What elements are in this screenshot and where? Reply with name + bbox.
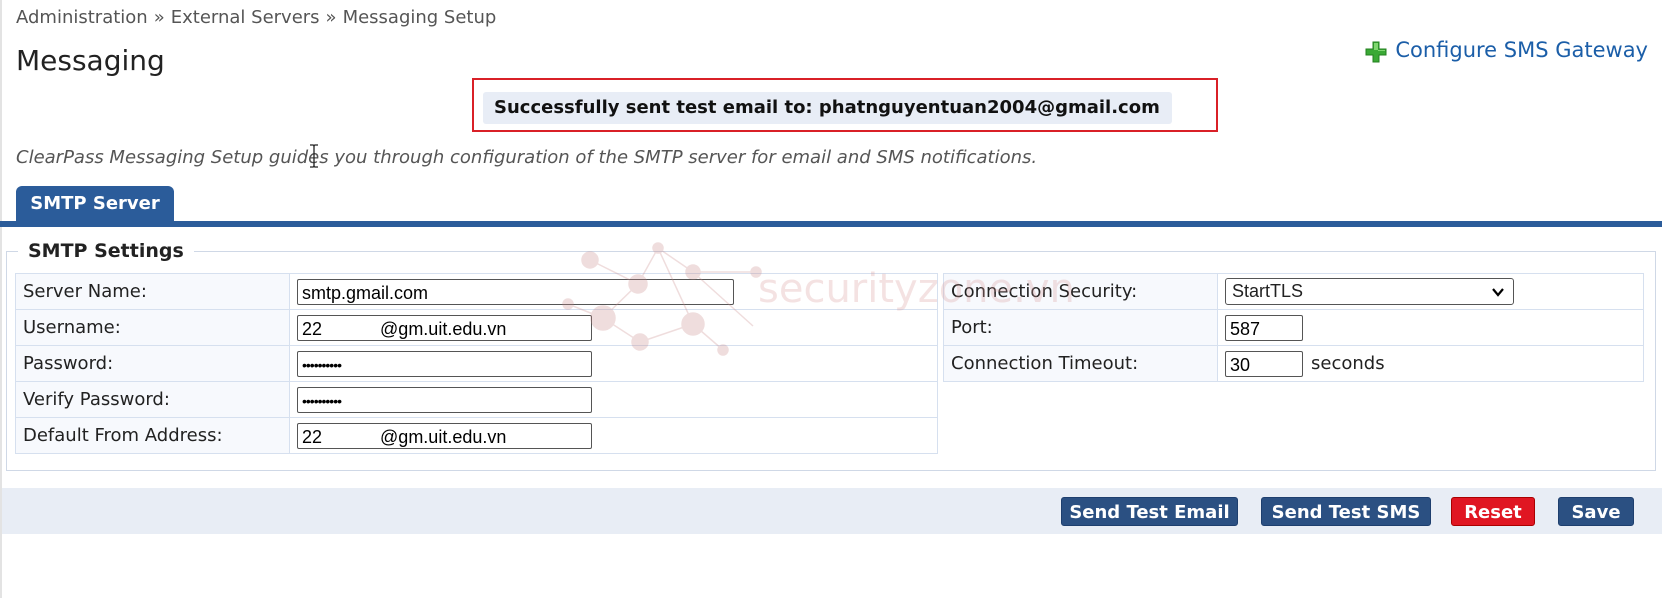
username-row: Username: 22 @gm.uit.edu.vn — [15, 309, 938, 346]
username-suffix: @gm.uit.edu.vn — [380, 318, 507, 339]
connection-security-row: Connection Security: StartTLS — [943, 273, 1644, 310]
configure-sms-gateway-label: Configure SMS Gateway — [1395, 38, 1648, 62]
default-from-input[interactable]: 22 @gm.uit.edu.vn — [297, 422, 592, 449]
smtp-settings-legend: SMTP Settings — [18, 240, 194, 262]
page-title: Messaging — [16, 44, 165, 77]
breadcrumb-separator: » — [153, 7, 165, 28]
verify-password-label: Verify Password: — [15, 381, 290, 418]
redacted-area — [322, 319, 381, 340]
connection-security-label: Connection Security: — [943, 273, 1218, 310]
tab-underline — [0, 221, 1662, 227]
password-input[interactable]: •••••••••• — [297, 350, 592, 377]
server-name-label: Server Name: — [15, 273, 290, 310]
timeout-row: Connection Timeout: 30 seconds — [943, 345, 1644, 382]
port-input[interactable]: 587 — [1225, 314, 1303, 341]
chevron-down-icon — [1492, 288, 1504, 297]
username-label: Username: — [15, 309, 290, 346]
breadcrumb-separator: » — [325, 7, 337, 28]
verify-password-row: Verify Password: •••••••••• — [15, 381, 938, 418]
username-prefix: 22 — [302, 318, 323, 339]
breadcrumb: Administration» External Servers» Messagin… — [16, 7, 496, 28]
reset-button[interactable]: Reset — [1451, 497, 1535, 526]
connection-security-select[interactable]: StartTLS — [1225, 278, 1514, 305]
smtp-right-form: Connection Security: StartTLS Port: 587 … — [943, 273, 1644, 382]
save-button[interactable]: Save — [1558, 497, 1634, 526]
server-name-row: Server Name: smtp.gmail.com — [15, 273, 938, 310]
default-from-row: Default From Address: 22 @gm.uit.edu.vn — [15, 417, 938, 454]
tab-smtp-server[interactable]: SMTP Server — [16, 186, 174, 221]
server-name-input[interactable]: smtp.gmail.com — [297, 278, 734, 305]
action-bar: Send Test Email Send Test SMS Reset Save — [2, 488, 1662, 534]
port-label: Port: — [943, 309, 1218, 346]
default-from-suffix: @gm.uit.edu.vn — [380, 426, 507, 447]
breadcrumb-messaging-setup: Messaging Setup — [342, 7, 497, 28]
configure-sms-gateway-link[interactable]: Configure SMS Gateway — [1365, 38, 1648, 63]
default-from-prefix: 22 — [302, 426, 323, 447]
text-cursor-icon — [310, 144, 318, 168]
password-label: Password: — [15, 345, 290, 382]
smtp-left-form: Server Name: smtp.gmail.com Username: 22… — [15, 273, 938, 454]
success-message: Successfully sent test email to: phatngu… — [483, 92, 1172, 124]
connection-security-value: StartTLS — [1232, 281, 1304, 301]
success-highlight-box: Successfully sent test email to: phatngu… — [472, 78, 1218, 132]
username-input[interactable]: 22 @gm.uit.edu.vn — [297, 314, 592, 341]
breadcrumb-external-servers[interactable]: External Servers — [171, 7, 320, 28]
plus-icon — [1365, 41, 1387, 63]
send-test-sms-button[interactable]: Send Test SMS — [1261, 497, 1431, 526]
page-description: ClearPass Messaging Setup guides you thr… — [16, 147, 1038, 168]
redacted-area — [322, 427, 381, 448]
timeout-input[interactable]: 30 — [1225, 350, 1303, 377]
default-from-label: Default From Address: — [15, 417, 290, 454]
tab-bar: SMTP Server — [0, 186, 1662, 228]
verify-password-input[interactable]: •••••••••• — [297, 386, 592, 413]
port-row: Port: 587 — [943, 309, 1644, 346]
breadcrumb-administration[interactable]: Administration — [16, 7, 148, 28]
timeout-unit: seconds — [1311, 353, 1385, 374]
send-test-email-button[interactable]: Send Test Email — [1061, 497, 1238, 526]
timeout-label: Connection Timeout: — [943, 345, 1218, 382]
password-row: Password: •••••••••• — [15, 345, 938, 382]
